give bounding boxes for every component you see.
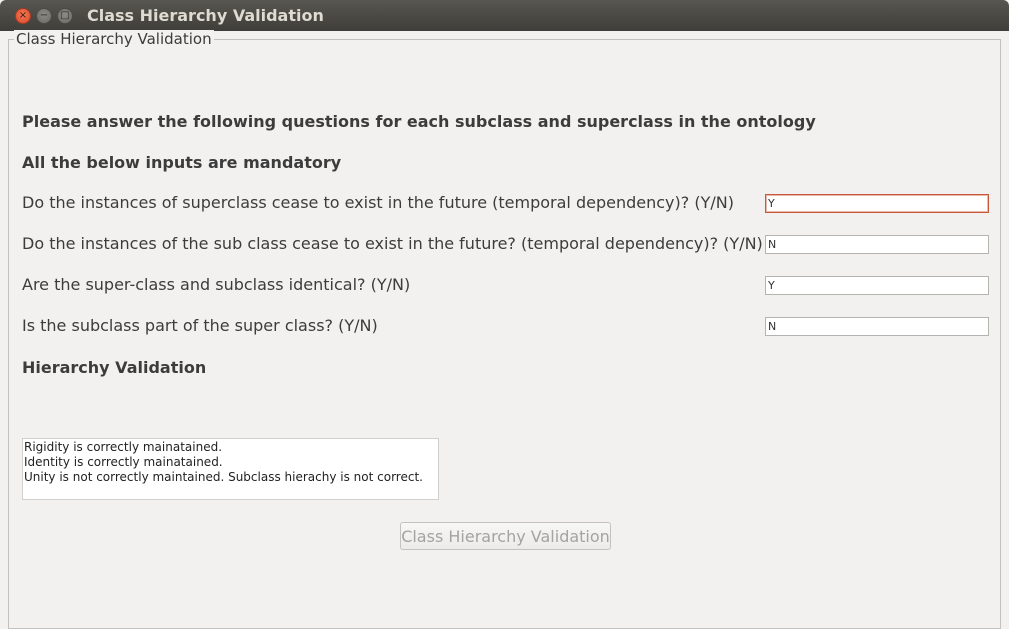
section-heading: Hierarchy Validation xyxy=(22,358,207,377)
mandatory-note: All the below inputs are mandatory xyxy=(22,153,342,172)
question-2-label: Do the instances of the sub class cease … xyxy=(22,234,763,253)
question-1-label: Do the instances of superclass cease to … xyxy=(22,193,734,212)
question-3-input[interactable] xyxy=(765,276,989,295)
minimize-icon[interactable]: − xyxy=(36,8,52,24)
question-3-label: Are the super-class and subclass identic… xyxy=(22,275,411,294)
question-4-label: Is the subclass part of the super class?… xyxy=(22,316,378,335)
question-1-input[interactable] xyxy=(765,194,989,213)
result-line-rigidity: Rigidity is correctly mainatained. xyxy=(24,440,223,454)
validate-button[interactable]: Class Hierarchy Validation xyxy=(400,522,611,550)
window-title: Class Hierarchy Validation xyxy=(87,6,324,25)
question-4-input[interactable] xyxy=(765,317,989,336)
maximize-icon[interactable]: □ xyxy=(57,8,73,24)
result-line-identity: Identity is correctly mainatained. xyxy=(24,455,223,469)
result-line-unity: Unity is not correctly maintained. Subcl… xyxy=(24,470,423,484)
result-textarea[interactable]: Rigidity is correctly mainatained. Ident… xyxy=(22,438,439,500)
close-icon[interactable]: × xyxy=(15,8,31,24)
question-2-input[interactable] xyxy=(765,235,989,254)
instruction-text: Please answer the following questions fo… xyxy=(22,112,816,131)
title-bar: × − □ Class Hierarchy Validation xyxy=(0,0,1009,31)
panel-legend: Class Hierarchy Validation xyxy=(14,30,214,48)
